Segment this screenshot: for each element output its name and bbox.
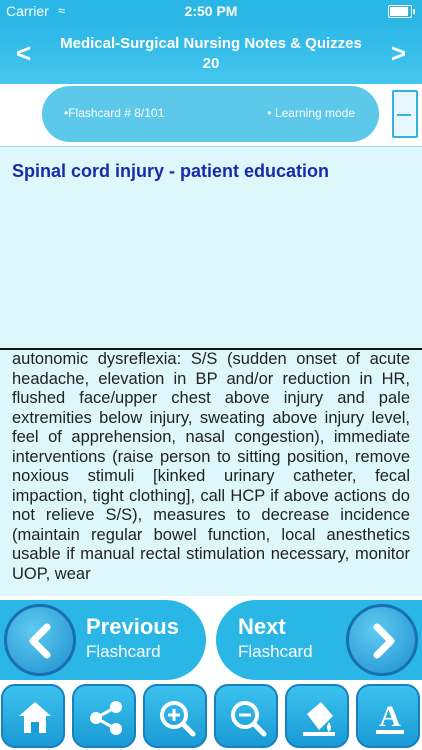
next-sublabel: Flashcard (238, 642, 313, 661)
card-title: Spinal cord injury - patient education (12, 161, 330, 181)
home-icon (19, 702, 51, 733)
next-flashcard-button[interactable]: Next Flashcard (216, 600, 422, 680)
flashcard-counter: •Flashcard # 8/101 (64, 106, 165, 120)
share-icon (90, 701, 122, 735)
paint-bucket-icon (303, 702, 335, 736)
font-button[interactable]: A (356, 684, 420, 748)
flashcard-info-pill: •Flashcard # 8/101 • Learning mode (42, 86, 379, 142)
card-heading-area: Spinal cord injury - patient education (0, 146, 422, 349)
status-bar: Carrier ≈ 2:50 PM (0, 0, 422, 22)
page-title: Medical-Surgical Nursing Notes & Quizzes… (60, 35, 362, 72)
card-body-text: autonomic dysreflexia: S/S (sudden onset… (12, 350, 410, 583)
info-row: •Flashcard # 8/101 • Learning mode (0, 84, 422, 146)
zoom-in-button[interactable] (143, 684, 207, 748)
chevron-right-icon (346, 604, 418, 676)
font-icon: A (376, 700, 404, 734)
zoom-out-button[interactable] (214, 684, 278, 748)
zoom-out-icon (231, 701, 267, 737)
battery-icon (388, 5, 415, 18)
next-label: Next (238, 614, 286, 639)
nav-bar: < Medical-Surgical Nursing Notes & Quizz… (0, 22, 422, 84)
paint-button[interactable] (285, 684, 349, 748)
previous-flashcard-button[interactable]: Previous Flashcard (0, 600, 206, 680)
mode-label: • Learning mode (267, 106, 355, 120)
pager-row: Previous Flashcard Next Flashcard (0, 596, 422, 684)
nav-forward-button[interactable]: > (391, 38, 406, 69)
share-button[interactable] (72, 684, 136, 748)
home-button[interactable] (1, 684, 65, 748)
svg-text:A: A (379, 700, 401, 733)
chevron-left-icon (4, 604, 76, 676)
nav-back-button[interactable]: < (16, 38, 31, 69)
status-time: 2:50 PM (184, 3, 238, 19)
bottom-toolbar: A (0, 684, 422, 750)
previous-label: Previous (86, 614, 179, 639)
card-body[interactable]: autonomic dysreflexia: S/S (sudden onset… (0, 348, 422, 598)
previous-sublabel: Flashcard (86, 642, 161, 661)
zoom-in-icon (160, 701, 196, 737)
presentation-board-icon[interactable] (392, 90, 418, 138)
